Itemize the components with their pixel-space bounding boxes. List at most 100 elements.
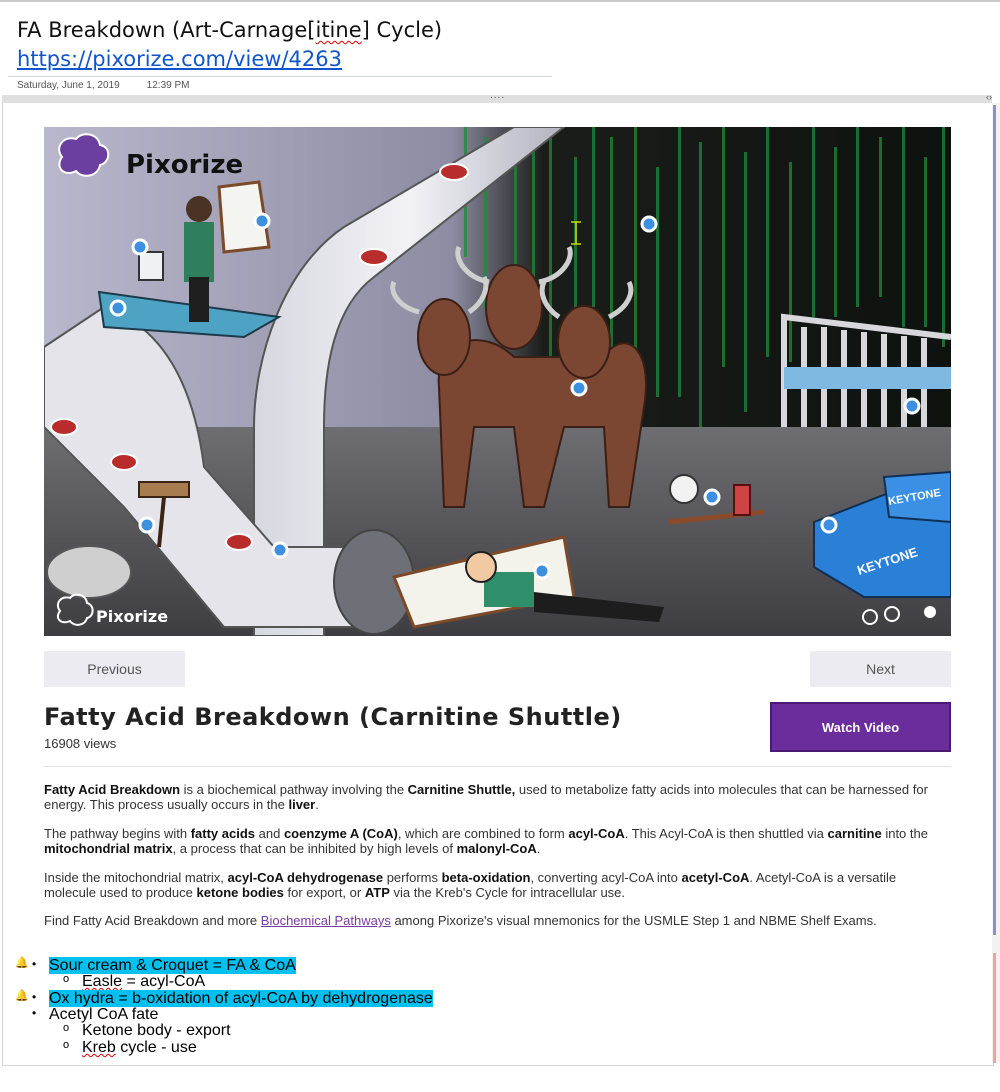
bell-icon: 🔔 bbox=[15, 957, 29, 969]
note-time: 12:39 PM bbox=[146, 80, 190, 91]
bold-term: ketone bodies bbox=[196, 885, 284, 900]
note-date: Saturday, June 1, 2019 bbox=[17, 80, 120, 91]
note-text-3a: Ketone body - export bbox=[82, 1022, 231, 1039]
note-text-3b-rest: cycle - use bbox=[115, 1039, 197, 1056]
boy-head bbox=[465, 551, 497, 583]
biochemical-pathways-link[interactable]: Biochemical Pathways bbox=[261, 913, 391, 928]
sub-bullet: o bbox=[63, 1022, 70, 1034]
p4-text-after: among Pixorize's visual mnemonics for th… bbox=[390, 913, 877, 928]
mnemonic-illustration[interactable]: KEYTONE KEYTONE Pixorize Pixorize bbox=[44, 127, 951, 636]
text-segment: , converting acyl-CoA into bbox=[530, 870, 682, 885]
bold-term: ATP bbox=[364, 885, 390, 900]
hotspot-keytone[interactable] bbox=[820, 516, 838, 534]
hotspot-shelf[interactable] bbox=[109, 299, 127, 317]
bold-term: liver bbox=[288, 797, 316, 812]
painter-pants bbox=[189, 277, 209, 322]
note-item-3[interactable]: Acetyl CoA fate bbox=[49, 1006, 159, 1023]
hotspot-skull[interactable] bbox=[703, 488, 721, 506]
sour-cream-tub bbox=[138, 251, 164, 281]
title-divider bbox=[8, 76, 552, 77]
croquet-mallet bbox=[138, 481, 190, 498]
description-paragraph-2: The pathway begins with fatty acids and … bbox=[44, 826, 949, 856]
text-segment: and bbox=[255, 826, 284, 841]
description-paragraph-3: Inside the mitochondrial matrix, acyl-Co… bbox=[44, 870, 949, 900]
hotspot-croquet[interactable] bbox=[138, 516, 156, 534]
p4-text-before: Find Fatty Acid Breakdown and more bbox=[44, 913, 261, 928]
text-segment: for export, or bbox=[283, 885, 365, 900]
previous-button[interactable]: Previous bbox=[44, 651, 185, 687]
note-item-1[interactable]: Sour cream & Croquet = FA & CoA bbox=[49, 957, 296, 974]
note-item-2[interactable]: Ox hydra = b-oxidation of acyl-CoA by de… bbox=[49, 990, 433, 1007]
list-bullet: • bbox=[32, 1006, 37, 1020]
hotspot-easel[interactable] bbox=[253, 212, 271, 230]
content-divider bbox=[44, 766, 951, 767]
scrollbar-thumb[interactable] bbox=[993, 105, 996, 935]
bold-term: carnitine bbox=[827, 826, 882, 841]
description-paragraph-4: Find Fatty Acid Breakdown and more Bioch… bbox=[44, 913, 949, 928]
note-item-1a[interactable]: Easle = acyl-CoA bbox=[82, 973, 206, 990]
note-text-1: Sour cream & Croquet = FA & CoA bbox=[49, 957, 296, 974]
hotspot-crib[interactable] bbox=[903, 397, 921, 415]
bell-icon: 🔔 bbox=[15, 990, 29, 1002]
bold-term: mitochondrial matrix bbox=[44, 841, 173, 856]
frame-drag-handle[interactable]: .... bbox=[490, 90, 505, 101]
note-item-3b[interactable]: Kreb cycle - use bbox=[82, 1039, 197, 1056]
note-text-3: Acetyl CoA fate bbox=[49, 1006, 159, 1023]
text-segment: , which are combined to form bbox=[397, 826, 569, 841]
hotspot-fallen-boy[interactable] bbox=[533, 562, 551, 580]
text-segment: . bbox=[536, 841, 541, 856]
note-text-3b-word: Kreb bbox=[82, 1039, 116, 1056]
painter-shirt bbox=[184, 222, 214, 282]
scrollbar-marker bbox=[993, 953, 996, 1063]
bold-term: coenzyme A (CoA) bbox=[283, 826, 398, 841]
top-border bbox=[0, 0, 1000, 2]
note-text-1a-word: Easle bbox=[82, 973, 123, 990]
hammer-head bbox=[733, 484, 751, 516]
title-text-1: FA Breakdown (Art-Carnage[ bbox=[17, 18, 316, 42]
spaceship bbox=[46, 545, 132, 599]
text-segment: Inside the mitochondrial matrix, bbox=[44, 870, 228, 885]
bold-term: acetyl-CoA bbox=[681, 870, 750, 885]
bold-term: malonyl-CoA bbox=[456, 841, 537, 856]
bold-term: acyl-CoA bbox=[568, 826, 625, 841]
bold-term: Fatty Acid Breakdown bbox=[44, 782, 181, 797]
hotspot-tube[interactable] bbox=[271, 541, 289, 559]
logo-text-top: Pixorize bbox=[126, 150, 243, 180]
note-timestamp: Saturday, June 1, 2019 12:39 PM bbox=[17, 80, 189, 91]
text-segment: , a process that can be inhibited by hig… bbox=[172, 841, 457, 856]
frame-resize-icon[interactable]: ‹› bbox=[986, 92, 992, 102]
bold-term: acyl-CoA dehydrogenase bbox=[227, 870, 384, 885]
skull bbox=[669, 474, 699, 504]
hotspot-sour-cream[interactable] bbox=[131, 238, 149, 256]
sub-bullet: o bbox=[63, 1039, 70, 1051]
note-title[interactable]: FA Breakdown (Art-Carnage[itine] Cycle) bbox=[17, 18, 442, 42]
text-segment: is a biochemical pathway involving the bbox=[180, 782, 408, 797]
view-count: 16908 views bbox=[44, 736, 117, 751]
logo-text-bottom: Pixorize bbox=[96, 607, 168, 626]
text-segment: into the bbox=[881, 826, 928, 841]
note-text-1a-rest: = acyl-CoA bbox=[122, 973, 206, 990]
hotspot-matrix[interactable] bbox=[640, 215, 658, 233]
text-segment: performs bbox=[383, 870, 442, 885]
text-segment: . This Acyl-CoA is then shuttled via bbox=[624, 826, 828, 841]
lightbulb-icon[interactable] bbox=[924, 606, 936, 618]
next-button[interactable]: Next bbox=[810, 651, 951, 687]
hotspot-ox-hydra[interactable] bbox=[570, 379, 588, 397]
title-text-2: itine bbox=[315, 18, 362, 42]
painter-head bbox=[186, 196, 212, 222]
illustration-svg: KEYTONE KEYTONE Pixorize Pixorize bbox=[44, 127, 951, 636]
text-segment: . bbox=[315, 797, 319, 812]
watch-video-button[interactable]: Watch Video bbox=[770, 702, 951, 752]
text-segment: via the Kreb's Cycle for intracellular u… bbox=[389, 885, 626, 900]
bold-term: Carnitine Shuttle, bbox=[407, 782, 516, 797]
source-link[interactable]: https://pixorize.com/view/4263 bbox=[17, 47, 342, 71]
bold-term: beta-oxidation bbox=[441, 870, 531, 885]
text-segment: The pathway begins with bbox=[44, 826, 191, 841]
crib-mattress bbox=[784, 367, 951, 389]
note-item-3a[interactable]: Ketone body - export bbox=[82, 1022, 231, 1039]
bold-term: fatty acids bbox=[190, 826, 256, 841]
description-paragraph-1: Fatty Acid Breakdown is a biochemical pa… bbox=[44, 782, 949, 812]
title-text-3: ] Cycle) bbox=[361, 18, 443, 42]
embed-frame-bar[interactable]: .... ‹› bbox=[2, 90, 992, 103]
scrollbar[interactable] bbox=[992, 103, 1000, 1063]
